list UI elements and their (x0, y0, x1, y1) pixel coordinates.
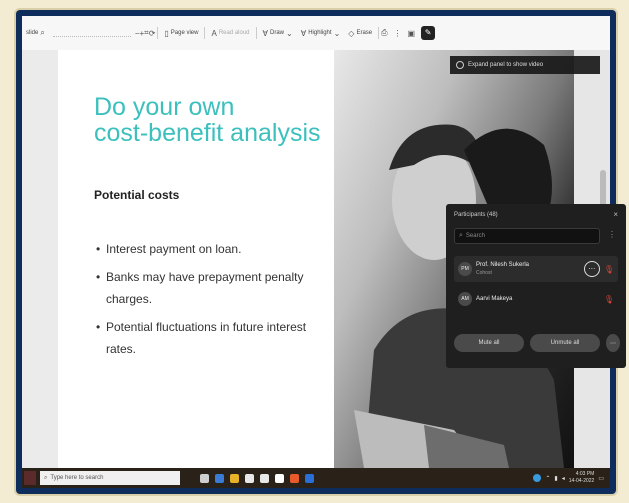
search-icon: ⌕ (44, 474, 48, 481)
participant-buttons: Mute all Unmute all ⋯ (454, 334, 620, 352)
app-icon[interactable] (275, 473, 284, 483)
save-icon[interactable]: ▣ (408, 29, 416, 38)
more-icon[interactable]: ⋯ (606, 334, 620, 352)
firefox-icon[interactable] (290, 473, 299, 483)
start-button[interactable] (24, 471, 36, 485)
page-view-icon: ▯ (164, 28, 169, 38)
participant-info: Prof. Nilesh Sukerla Cohost (476, 261, 529, 277)
volume-icon[interactable]: ◂ (562, 475, 565, 482)
windows-taskbar: ⌕ Type here to search ⌃ ▮ ◂ 4:03 PM 14-0… (22, 468, 610, 488)
clock-time: 4:03 PM (575, 471, 595, 477)
bullet-list: Interest payment on loan. Banks may have… (94, 238, 314, 366)
clock-date: 14-04-2022 (568, 478, 595, 484)
bullet-item: Banks may have prepayment penalty charge… (94, 266, 314, 310)
participants-header: Participants (48) (454, 212, 498, 218)
more-options-icon[interactable]: ⋮ (608, 230, 616, 239)
page-view-button[interactable]: ▯ Page view (160, 29, 202, 38)
pen-icon[interactable]: ✎ (421, 26, 436, 40)
chrome-icon[interactable] (245, 473, 254, 483)
edge-icon[interactable] (215, 473, 224, 483)
rotate-icon[interactable]: ⟳ (149, 29, 156, 38)
erase-button[interactable]: ◇ Erase (344, 29, 376, 38)
divider (157, 27, 159, 39)
participant-search[interactable]: ⌕ Search (454, 228, 600, 244)
divider (204, 27, 206, 39)
read-aloud-icon: A (211, 28, 217, 38)
bullet-item: Potential fluctuations in future interes… (94, 316, 314, 360)
slide-page: Do your own cost-benefit analysis Potent… (58, 50, 334, 468)
app-icon[interactable] (305, 473, 314, 483)
system-tray: ⌃ ▮ ◂ 4:03 PM 14-04-2022 ▭ (533, 471, 610, 485)
network-icon[interactable]: ▮ (554, 475, 557, 482)
zoom-control[interactable]: slide ⌕ (22, 28, 49, 38)
erase-label: Erase (356, 30, 373, 36)
read-aloud-label: Read aloud (218, 30, 250, 36)
weather-icon[interactable] (533, 474, 542, 482)
slide-title-line-1: Do your own (94, 93, 235, 121)
taskbar-search-text: Type here to search (50, 475, 104, 481)
notifications-icon[interactable]: ▭ (598, 475, 604, 482)
highlight-icon: ∀ (300, 28, 307, 38)
task-view-icon[interactable] (200, 473, 209, 483)
taskbar-apps (200, 473, 314, 483)
avatar: AM (458, 292, 472, 306)
zoom-slider[interactable] (52, 30, 131, 37)
zoom-label: slide (26, 30, 39, 36)
more-icon[interactable]: ⋮ (394, 29, 402, 38)
read-aloud-button[interactable]: A Read aloud (207, 29, 253, 38)
more-icon[interactable]: ⋯ (583, 261, 600, 277)
participant-actions: ⋯ 🎙︎ (583, 261, 618, 277)
highlight-label: Highlight (308, 30, 332, 36)
search-placeholder: Search (465, 233, 485, 239)
close-icon[interactable]: × (613, 210, 618, 219)
participant-name: Aarvi Makeya (476, 296, 513, 302)
draw-label: Draw (270, 30, 285, 36)
clock[interactable]: 4:03 PM 14-04-2022 (569, 471, 595, 485)
divider (255, 27, 257, 39)
chevron-down-icon: ⌄ (333, 28, 341, 38)
chevron-up-icon[interactable]: ⌃ (545, 475, 550, 482)
slide-subtitle: Potential costs (94, 188, 180, 202)
participant-row[interactable]: AM Aarvi Makeya 🎙︎ (454, 286, 618, 312)
divider (378, 27, 380, 39)
mic-off-icon[interactable]: 🎙︎ (604, 295, 614, 304)
mute-all-button[interactable]: Mute all (454, 334, 524, 352)
expand-hint-text: Expand panel to show video (468, 62, 544, 68)
search-icon: ⌕ (459, 232, 463, 239)
bullet-item: Interest payment on loan. (94, 238, 314, 260)
pdf-toolbar: slide ⌕ − + ⌗ ⟳ ▯ Page view A Read aloud… (22, 16, 610, 51)
app-icon[interactable] (260, 473, 269, 483)
print-icon[interactable]: ⎙ (381, 28, 387, 38)
draw-button[interactable]: ∀ Draw ⌄ (259, 29, 297, 38)
highlight-button[interactable]: ∀ Highlight ⌄ (297, 29, 345, 38)
participant-info: Aarvi Makeya (476, 295, 512, 303)
avatar: PM (458, 262, 472, 276)
participant-name: Prof. Nilesh Sukerla (476, 262, 530, 268)
eraser-icon: ◇ (348, 28, 355, 38)
mic-off-icon[interactable]: 🎙︎ (604, 265, 614, 274)
left-gutter (22, 50, 58, 468)
expand-icon (456, 61, 464, 69)
file-explorer-icon[interactable] (230, 473, 239, 483)
participant-row[interactable]: PM Prof. Nilesh Sukerla Cohost ⋯ 🎙︎ (454, 256, 618, 282)
taskbar-search[interactable]: ⌕ Type here to search (40, 471, 180, 485)
search-icon[interactable]: ⌕ (40, 28, 44, 38)
participants-panel: Participants (48) × ⌕ Search ⋮ PM Prof. … (446, 204, 626, 368)
unmute-all-button[interactable]: Unmute all (530, 334, 600, 352)
slide-title: Do your own cost-benefit analysis (94, 94, 334, 146)
participant-role: Cohost (476, 270, 492, 276)
expand-video-banner[interactable]: Expand panel to show video (450, 56, 600, 74)
participant-actions: 🎙︎ (604, 295, 618, 304)
slide-title-line-2: cost-benefit analysis (94, 119, 321, 147)
page-view-label: Page view (170, 30, 199, 36)
chevron-down-icon: ⌄ (286, 28, 293, 38)
draw-icon: ∀ (262, 28, 269, 38)
